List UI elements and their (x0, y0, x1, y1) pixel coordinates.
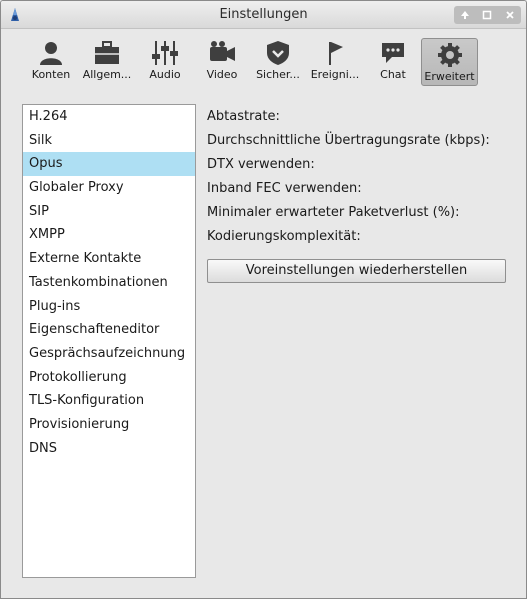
list-item-sip[interactable]: SIP (23, 200, 195, 224)
tab-label: Ereigni... (310, 68, 360, 81)
tab-ereignisse[interactable]: Ereigni... (309, 37, 361, 85)
advanced-category-list: H.264 Silk Opus Globaler Proxy SIP XMPP … (22, 104, 196, 578)
tab-label: Erweitert (424, 70, 475, 83)
list-item-gespraechsaufzeichnung[interactable]: Gesprächsaufzeichnung (23, 342, 195, 366)
tab-label: Video (206, 68, 238, 81)
tab-audio[interactable]: Audio (139, 37, 191, 85)
tab-konten[interactable]: Konten (25, 37, 77, 85)
list-item-tastenkombinationen[interactable]: Tastenkombinationen (23, 271, 195, 295)
list-item-provisionierung[interactable]: Provisionierung (23, 413, 195, 437)
tab-label: Audio (149, 68, 181, 81)
shield-icon (267, 41, 289, 65)
opus-settings-panel: Abtastrate: Durchschnittliche Übertragun… (207, 105, 517, 249)
settings-window: Einstellungen Konten Allgem... Audio Vid… (0, 0, 527, 599)
list-item-eigenschafteneditor[interactable]: Eigenschafteneditor (23, 318, 195, 342)
tab-label: Konten (31, 68, 71, 81)
restore-defaults-button[interactable]: Voreinstellungen wiederherstellen (207, 259, 506, 283)
list-item-dns[interactable]: DNS (23, 437, 195, 461)
restore-button[interactable] (478, 7, 496, 23)
maximize-up-button[interactable] (456, 7, 474, 23)
gear-icon (437, 43, 462, 67)
tab-label: Allgem... (82, 68, 132, 81)
title-bar[interactable]: Einstellungen (1, 1, 526, 29)
tab-erweitert[interactable]: Erweitert (421, 38, 478, 86)
sample-rate-label: Abtastrate: (207, 109, 280, 124)
tab-label: Sicher... (256, 68, 300, 81)
tab-sicherheit[interactable]: Sicher... (252, 37, 304, 85)
chat-icon (382, 43, 404, 63)
tab-video[interactable]: Video (196, 37, 248, 85)
average-bitrate-label: Durchschnittliche Übertragungsrate (kbps… (207, 133, 490, 148)
list-item-tls-konfiguration[interactable]: TLS-Konfiguration (23, 389, 195, 413)
sliders-icon (152, 41, 178, 65)
list-item-plug-ins[interactable]: Plug-ins (23, 295, 195, 319)
window-title: Einstellungen (219, 7, 308, 22)
inband-fec-label: Inband FEC verwenden: (207, 181, 362, 196)
arrow-up-icon (461, 11, 470, 19)
window-controls (454, 6, 521, 24)
list-item-protokollierung[interactable]: Protokollierung (23, 366, 195, 390)
list-item-xmpp[interactable]: XMPP (23, 223, 195, 247)
encoding-complexity-label: Kodierungskomplexität: (207, 229, 361, 244)
flag-icon (329, 42, 343, 65)
close-button[interactable] (501, 7, 519, 23)
list-item-silk[interactable]: Silk (23, 129, 195, 153)
min-packet-loss-label: Minimaler erwarteter Paketverlust (%): (207, 205, 460, 220)
window-icon (483, 10, 492, 20)
user-icon (40, 42, 62, 65)
list-item-globaler-proxy[interactable]: Globaler Proxy (23, 176, 195, 200)
list-item-h264[interactable]: H.264 (23, 105, 195, 129)
close-icon (506, 11, 514, 19)
tab-label: Chat (380, 68, 406, 81)
camera-icon (210, 41, 235, 61)
list-item-opus[interactable]: Opus (23, 152, 195, 177)
use-dtx-label: DTX verwenden: (207, 157, 315, 172)
settings-toolbar: Konten Allgem... Audio Video Sicher... E… (1, 29, 526, 89)
tab-allgemein[interactable]: Allgem... (81, 37, 133, 85)
tab-chat[interactable]: Chat (367, 37, 419, 85)
list-item-externe-kontakte[interactable]: Externe Kontakte (23, 247, 195, 271)
briefcase-icon (95, 41, 119, 64)
